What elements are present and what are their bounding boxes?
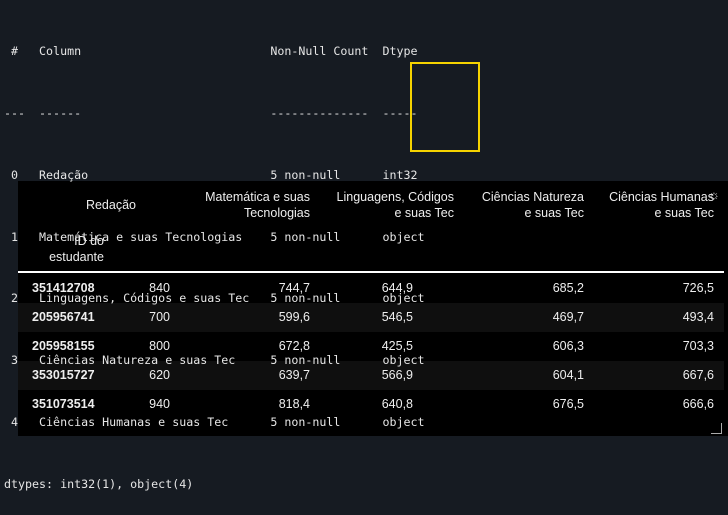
- resize-handle[interactable]: [711, 423, 722, 434]
- column-header: Ciências Natureza: [481, 190, 584, 204]
- cell-value: 685,2: [552, 281, 584, 295]
- cell-value: 667,6: [682, 368, 714, 382]
- info-footer: dtypes: int32(1), object(4): [4, 476, 194, 491]
- info-header: # Column Non-Null Count Dtype: [4, 44, 425, 59]
- cell-value: 493,4: [682, 310, 714, 324]
- info-separator: --- ------ -------------- -----: [4, 105, 425, 120]
- info-row: 1 Matemática e suas Tecnologias 5 non-nu…: [4, 229, 425, 244]
- cell-value: 703,3: [682, 339, 714, 353]
- cell-value: 726,5: [682, 281, 714, 295]
- cell-value: 676,5: [552, 397, 584, 411]
- cell-value: 666,6: [682, 397, 714, 411]
- df-info-output: # Column Non-Null Count Dtype --- ------…: [4, 0, 425, 515]
- cell-value: 469,7: [552, 310, 584, 324]
- cell-value: 606,3: [552, 339, 584, 353]
- info-row: 4 Ciências Humanas e suas Tec 5 non-null…: [4, 414, 425, 429]
- cell-value: 604,1: [552, 368, 584, 382]
- column-header: Ciências Humanas: [609, 190, 714, 204]
- info-row: 0 Redação 5 non-null int32: [4, 167, 425, 182]
- info-row: 2 Linguagens, Códigos e suas Tec 5 non-n…: [4, 291, 425, 306]
- info-row: 3 Ciências Natureza e suas Tec 5 non-nul…: [4, 353, 425, 368]
